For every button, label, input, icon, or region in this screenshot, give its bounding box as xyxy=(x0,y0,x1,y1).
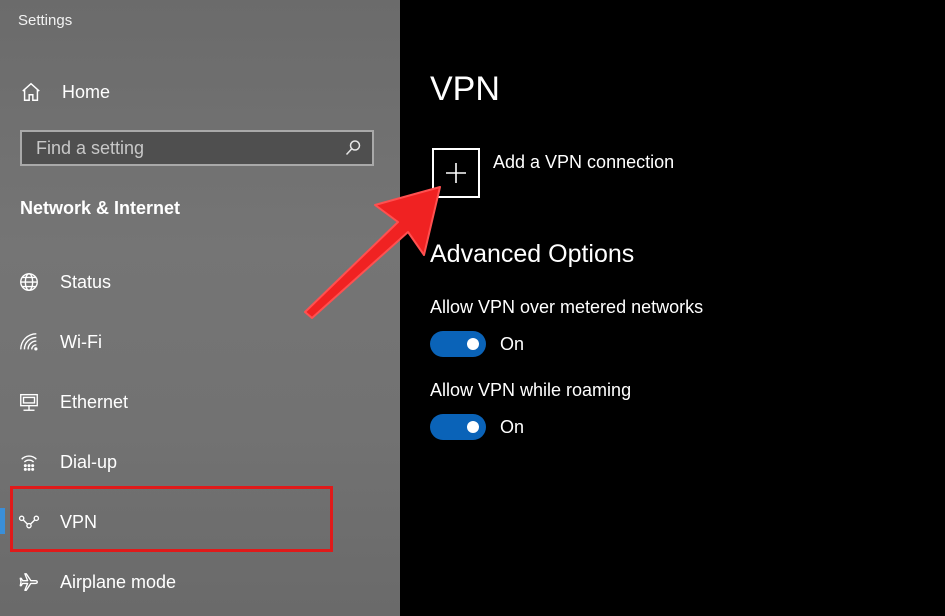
wifi-icon xyxy=(20,333,38,351)
add-vpn-label[interactable]: Add a VPN connection xyxy=(493,152,674,173)
sidebar-item-status[interactable]: Status xyxy=(18,267,378,297)
sidebar-item-ethernet[interactable]: Ethernet xyxy=(18,387,378,417)
active-indicator xyxy=(0,508,5,534)
metered-networks-label: Allow VPN over metered networks xyxy=(430,297,704,317)
airplane-icon xyxy=(19,573,38,591)
page-title: VPN xyxy=(430,70,500,108)
sidebar-item-label: Ethernet xyxy=(60,391,129,412)
home-label: Home xyxy=(62,81,111,102)
advanced-options-title: Advanced Options xyxy=(430,240,635,268)
search-box[interactable] xyxy=(20,130,374,166)
sidebar-item-airplane-mode[interactable]: Airplane mode xyxy=(18,567,378,597)
search-icon[interactable] xyxy=(344,139,362,157)
roaming-toggle[interactable] xyxy=(430,414,486,440)
app-title: Settings xyxy=(18,12,73,29)
section-title: Network & Internet xyxy=(20,198,181,218)
sidebar-item-label: Status xyxy=(60,271,112,292)
add-vpn-button[interactable] xyxy=(432,148,480,198)
roaming-label: Allow VPN while roaming xyxy=(430,380,632,400)
toggle-knob xyxy=(467,338,479,350)
plus-icon xyxy=(446,163,466,183)
main-content: VPN Add a VPN connection Advanced Option… xyxy=(400,0,945,616)
sidebar: Settings Home Network & Internet Status … xyxy=(0,0,400,616)
sidebar-item-dialup[interactable]: Dial-up xyxy=(18,447,378,477)
sidebar-item-label: Airplane mode xyxy=(60,571,177,592)
dial-up-icon xyxy=(21,455,37,471)
globe-icon xyxy=(20,273,38,291)
metered-networks-state: On xyxy=(500,334,525,354)
home-icon xyxy=(22,82,40,101)
metered-networks-toggle[interactable] xyxy=(430,331,486,357)
toggle-knob xyxy=(467,421,479,433)
vpn-highlight-box xyxy=(10,486,333,552)
search-input[interactable] xyxy=(36,137,344,159)
roaming-state: On xyxy=(500,417,525,437)
sidebar-item-label: Dial-up xyxy=(60,451,118,472)
sidebar-item-wifi[interactable]: Wi-Fi xyxy=(18,327,378,357)
ethernet-icon xyxy=(20,393,38,411)
sidebar-item-label: Wi-Fi xyxy=(60,331,102,352)
home-nav-item[interactable]: Home xyxy=(20,80,110,104)
